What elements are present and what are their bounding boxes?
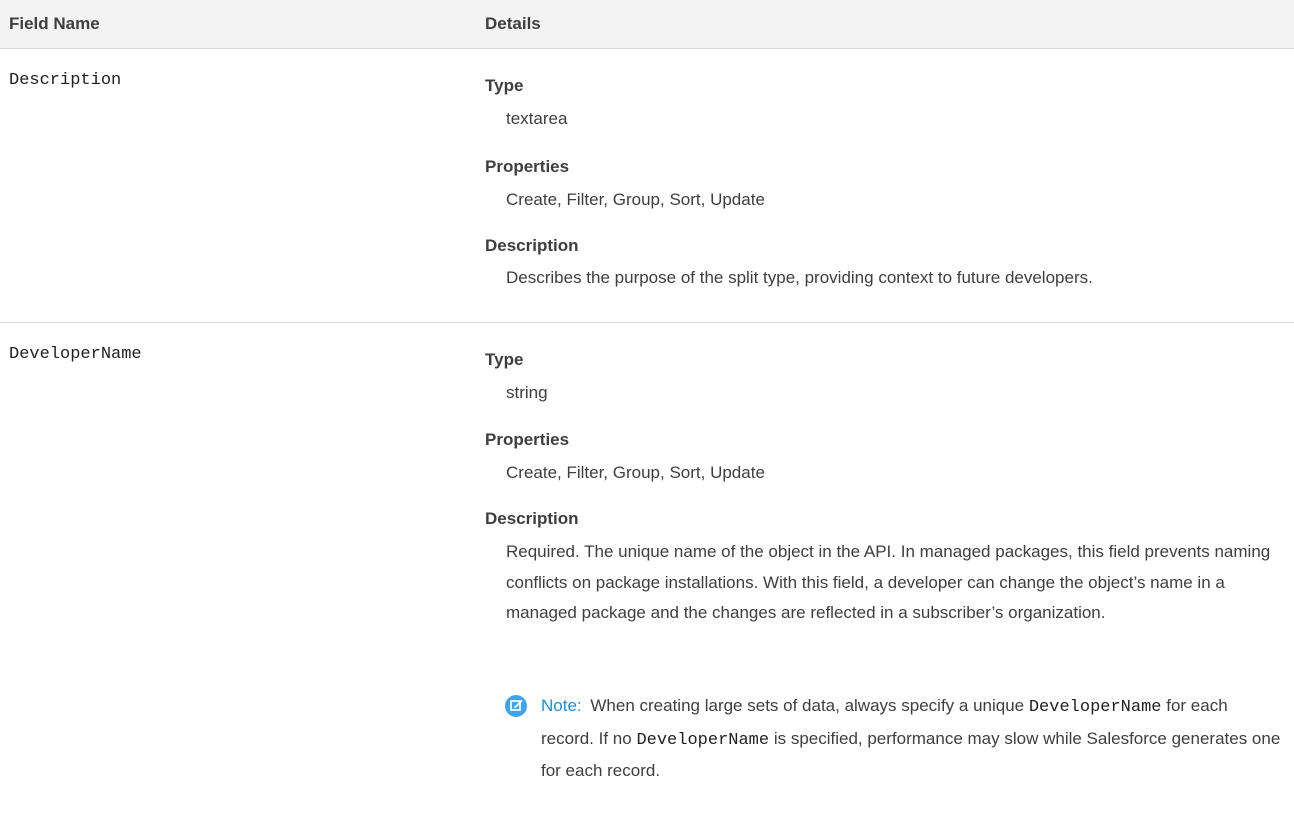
properties-label: Properties <box>485 157 570 176</box>
note-label: Note: <box>541 696 582 715</box>
type-label: Type <box>485 350 524 369</box>
developername-code-1: DeveloperName <box>1028 698 1162 717</box>
details-header: Details <box>485 14 541 33</box>
note-text-part-1: When creating large sets of data, always… <box>590 696 1025 715</box>
field-name: DeveloperName <box>9 345 142 364</box>
developername-code-2: DeveloperName <box>636 730 770 750</box>
field-name-header: Field Name <box>9 14 100 33</box>
edit-note-icon <box>505 695 527 717</box>
table-row: Description Type textarea Properties Cre… <box>0 49 1294 323</box>
table-row: DeveloperName Type string Properties Cre… <box>0 323 1294 813</box>
description-label: Description <box>485 509 579 528</box>
properties-value: Create, Filter, Group, Sort, Update <box>506 463 765 482</box>
field-name: Description <box>9 71 122 90</box>
properties-value: Create, Filter, Group, Sort, Update <box>506 190 765 209</box>
description-value: Required. The unique name of the object … <box>506 542 1271 622</box>
description-label: Description <box>485 236 579 255</box>
properties-label: Properties <box>485 430 570 449</box>
field-reference-table: Field Name Details Description Type text… <box>0 0 1294 813</box>
type-label: Type <box>485 76 524 95</box>
table-header: Field Name Details <box>0 0 1294 49</box>
note-text: Note: When creating large sets of data, … <box>541 691 1281 787</box>
description-value: Describes the purpose of the split type,… <box>506 268 1093 287</box>
type-value: string <box>506 383 548 402</box>
type-value: textarea <box>506 109 568 128</box>
